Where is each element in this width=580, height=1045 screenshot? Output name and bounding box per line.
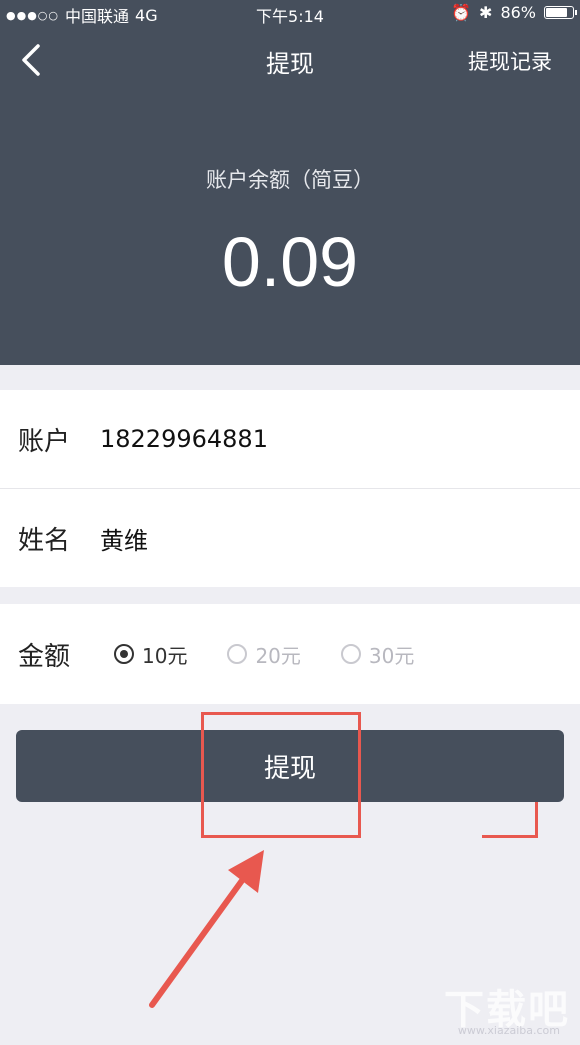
annotation-corner-mark xyxy=(482,802,538,838)
radio-icon xyxy=(114,644,134,664)
header: ●●●○○ 中国联通 4G 下午5:14 ⏰ ✱ 86% 提现 提现记录 账户余… xyxy=(0,0,580,365)
name-label: 姓名 xyxy=(18,525,71,556)
amount-label: 金额 xyxy=(18,641,71,672)
name-value: 黄维 xyxy=(100,526,148,555)
account-value: 18229964881 xyxy=(100,425,268,453)
amount-option-label: 10元 xyxy=(142,643,188,668)
amount-options: 10元 20元 30元 xyxy=(114,604,454,704)
radio-icon xyxy=(340,644,361,664)
amount-card: 金额 10元 20元 30元 xyxy=(0,604,580,704)
annotation-highlight-box xyxy=(201,712,361,838)
battery-icon xyxy=(544,6,577,19)
battery-fill xyxy=(546,8,567,17)
battery-percent: 86% xyxy=(500,3,536,22)
account-row: 账户 18229964881 xyxy=(0,390,580,488)
account-info-card: 账户 18229964881 姓名 黄维 xyxy=(0,390,580,587)
amount-option-label: 30元 xyxy=(368,643,415,668)
amount-option-30[interactable]: 30元 xyxy=(340,640,415,669)
status-bar: ●●●○○ 中国联通 4G 下午5:14 ⏰ ✱ 86% xyxy=(0,0,580,26)
amount-option-10[interactable]: 10元 xyxy=(114,640,187,669)
withdraw-history-link[interactable]: 提现记录 xyxy=(468,46,552,76)
name-row: 姓名 黄维 xyxy=(0,489,580,587)
balance-label: 账户余额（简豆） xyxy=(206,168,374,192)
amount-option-label: 20元 xyxy=(255,643,301,668)
bluetooth-icon: ✱ xyxy=(479,3,493,22)
radio-icon xyxy=(227,644,248,664)
alarm-icon: ⏰ xyxy=(451,3,472,22)
watermark-url: www.xiazaiba.com xyxy=(457,1024,560,1037)
amount-option-20[interactable]: 20元 xyxy=(227,640,301,669)
account-label: 账户 xyxy=(18,426,71,457)
balance-value: 0.09 xyxy=(221,223,359,301)
